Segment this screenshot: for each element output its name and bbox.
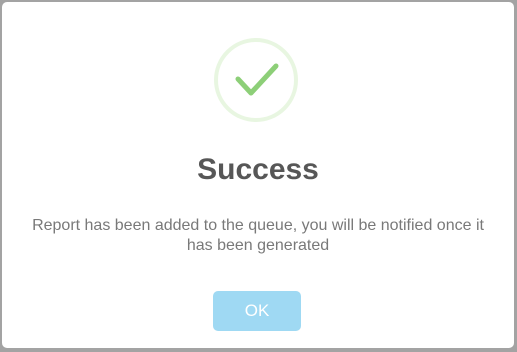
checkmark-icon bbox=[235, 63, 279, 96]
success-check-icon bbox=[214, 38, 298, 122]
success-dialog: Success Report has been added to the que… bbox=[2, 2, 514, 348]
dialog-message: Report has been added to the queue, you … bbox=[32, 217, 484, 254]
ok-button[interactable]: OK bbox=[213, 291, 301, 331]
dialog-title: Success bbox=[197, 153, 319, 186]
